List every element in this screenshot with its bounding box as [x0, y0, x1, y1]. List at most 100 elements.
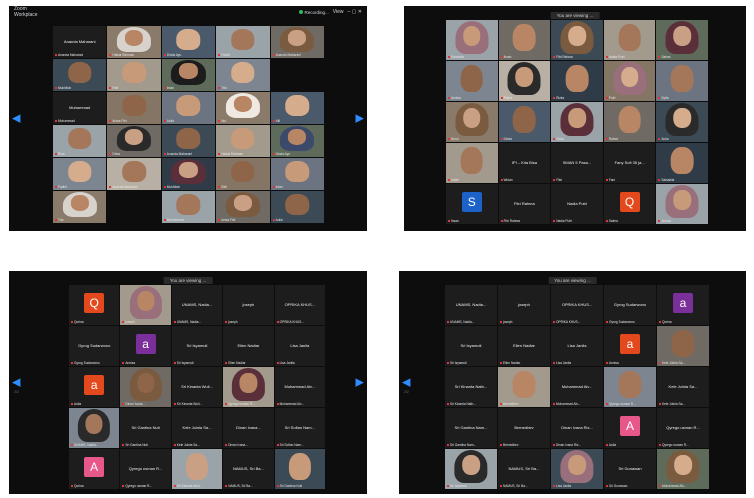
participant-tile[interactable]: NAMUS, Sri Ba... NAMUS, Sri Ba...	[498, 449, 550, 489]
participant-tile[interactable]: OPRIKA KHUS... OPRIKA KHUS...	[551, 285, 603, 325]
participant-tile[interactable]: SMAN 5 Pasa... Fikri	[551, 143, 603, 183]
participant-tile[interactable]: Dinda Ayu	[161, 26, 216, 58]
next-page-arrow-icon[interactable]: ▶	[356, 113, 364, 124]
participant-tile[interactable]: Rahmi	[603, 102, 656, 142]
participant-tile[interactable]: joseph	[120, 285, 171, 325]
participant-tile[interactable]: A Qorina	[69, 449, 120, 489]
participant-tile[interactable]: Anisa Fitri	[216, 191, 270, 223]
participant-tile[interactable]: a Qorina	[657, 285, 709, 325]
prev-page-arrow-icon[interactable]: ◀	[12, 113, 20, 124]
participant-tile[interactable]: Qyrego usman R... Qyrego usman R...	[657, 408, 709, 448]
participant-tile[interactable]: S Ihsan	[446, 184, 498, 224]
participant-tile[interactable]: Muhammad Muhammad	[53, 92, 107, 124]
participant-tile[interactable]: Aulia	[270, 191, 324, 223]
participant-tile[interactable]: Fitri Rahma Fitri Rahma	[498, 184, 551, 224]
participant-tile[interactable]: Sri Isyamuti	[445, 449, 497, 489]
participant-tile[interactable]: Aulia	[161, 92, 216, 124]
participant-tile[interactable]: Mukhlisin	[53, 59, 107, 91]
participant-tile[interactable]: Annisa	[446, 61, 498, 101]
participant-tile[interactable]: Syifa	[656, 61, 708, 101]
participant-tile[interactable]: Anisa Fitri	[107, 92, 161, 124]
participant-tile[interactable]: a Annisa	[604, 326, 656, 366]
participant-tile[interactable]: Dinda Ayu	[270, 125, 324, 157]
participant-tile[interactable]: OPRIKA KHUS... OPRIKA KHUS...	[274, 285, 325, 325]
participant-tile[interactable]: Muhammad Alv...	[657, 449, 709, 489]
participant-tile[interactable]: Kele Julnia Sa...	[657, 326, 709, 366]
participant-tile[interactable]: Muhammad Alv... Muhammad Alv...	[274, 367, 325, 407]
participant-tile[interactable]: Haikal Rahman	[107, 26, 161, 58]
participant-tile[interactable]: Rina	[53, 125, 107, 157]
participant-tile[interactable]: Tria	[53, 191, 107, 223]
participant-tile[interactable]: Elien Nadiar Elien Nadiar	[223, 326, 274, 366]
participant-tile[interactable]: Siska	[551, 102, 603, 142]
participant-tile[interactable]: Fadhil	[216, 26, 270, 58]
next-page-arrow-icon[interactable]: ▶	[356, 377, 364, 388]
participant-tile[interactable]: Nadia Putri	[603, 20, 656, 60]
participant-tile[interactable]: joseph joseph	[223, 285, 274, 325]
participant-tile[interactable]: Sri Kinanta Wuli...	[171, 449, 223, 489]
participant-tile[interactable]: Fitri Rahma	[551, 20, 603, 60]
participant-tile[interactable]: Putri	[603, 61, 656, 101]
participant-tile[interactable]: Muhammad	[161, 191, 216, 223]
participant-tile[interactable]: Salsabila	[656, 143, 708, 183]
participant-tile[interactable]: Brenedbev	[498, 367, 550, 407]
participant-tile[interactable]: Ananda Maharani Ananda Maharani	[53, 26, 107, 58]
participant-tile[interactable]: Alif	[270, 92, 324, 124]
participant-tile[interactable]: Sri Kinanta Nath... Sri Kinanta Nath...	[445, 367, 497, 407]
participant-tile[interactable]: a Annisa	[120, 326, 171, 366]
speaker-view-label[interactable]: You are viewing ...	[163, 277, 213, 284]
participant-tile[interactable]: Kele Julnia Sa... Kele Julnia Sa...	[657, 367, 709, 407]
participant-tile[interactable]: UNAMS, Nadia...	[69, 408, 120, 448]
participant-tile[interactable]: Lisa Janila Lisa Janila	[551, 326, 603, 366]
participant-tile[interactable]: Haikal Rahman	[216, 125, 270, 157]
participant-tile[interactable]: Sri Gantina Nuti Sri Gantina Nuti	[120, 408, 171, 448]
participant-tile[interactable]: A Aulia	[604, 408, 656, 448]
participant-tile[interactable]: a Aulia	[69, 367, 120, 407]
participant-tile[interactable]: Gyrog Sudarwono Gyrog Sudarwono	[69, 326, 120, 366]
participant-tile[interactable]: NAMUS, Sri Ba... NAMUS, Sri Ba...	[223, 449, 274, 489]
participant-tile[interactable]: Nadia Putri Nadia Putri	[551, 184, 603, 224]
participant-tile[interactable]: Qyrego usman R... Qyrego usman R...	[120, 449, 171, 489]
participant-tile[interactable]: Indah	[446, 143, 498, 183]
participant-tile[interactable]: Sri Isyamuti Sri Isyamuti	[445, 326, 497, 366]
participant-tile[interactable]: Qyrego usman R...	[604, 367, 656, 407]
participant-tile[interactable]: Dinan Ivana...	[120, 367, 171, 407]
participant-tile[interactable]: Annisa	[656, 184, 708, 224]
participant-tile[interactable]: Kele Julnia Sa... Kele Julnia Sa...	[171, 408, 223, 448]
participant-tile[interactable]: joseph joseph	[498, 285, 550, 325]
prev-page-arrow-icon[interactable]: ◀	[402, 377, 410, 388]
participant-tile[interactable]: Nur	[216, 92, 270, 124]
participant-tile[interactable]: Dinda	[498, 102, 551, 142]
participant-tile[interactable]: Intan	[161, 59, 216, 91]
participant-tile[interactable]: Salsabila	[446, 20, 498, 60]
participant-tile[interactable]: Q Salma	[603, 184, 656, 224]
participant-tile[interactable]: Muhammad Alv... Muhammad Alv...	[551, 367, 603, 407]
participant-tile[interactable]: Ananda Maharani	[161, 125, 216, 157]
participant-tile[interactable]: Rizka	[551, 61, 603, 101]
participant-tile[interactable]: Dinan Ivana... Dinan Ivana...	[223, 408, 274, 448]
participant-tile[interactable]: Tria	[216, 59, 270, 91]
participant-tile[interactable]: Rafi	[107, 59, 161, 91]
participant-tile[interactable]: Intan	[270, 158, 324, 190]
participant-tile[interactable]: Ihsan	[498, 20, 551, 60]
participant-tile[interactable]: IPI – Kita Bisa Wulan	[498, 143, 551, 183]
participant-tile[interactable]: Ananda Maharani	[107, 158, 161, 190]
speaker-view-label[interactable]: You are viewing ...	[550, 12, 600, 19]
participant-tile[interactable]: UNAMS, Nadia... UNAMS, Nadia...	[171, 285, 223, 325]
participant-tile[interactable]: Dhea	[107, 125, 161, 157]
participant-tile[interactable]: UNAMS, Nadia... UNAMS, Nadia...	[445, 285, 497, 325]
participant-tile[interactable]: Elien Nadiar Elien Nadiar	[498, 326, 550, 366]
prev-page-arrow-icon[interactable]: ◀	[12, 377, 20, 388]
participant-tile[interactable]: Gyrog Sudarwono Gyrog Sudarwono	[604, 285, 656, 325]
participant-tile[interactable]: Aulia	[656, 102, 708, 142]
participant-tile[interactable]: Sri Sofian Nam... Sri Sofian Nam...	[274, 408, 325, 448]
participant-tile[interactable]: Sri Gantina Nuti	[274, 449, 325, 489]
participant-tile[interactable]: Brenedbev Brenedbev	[498, 408, 550, 448]
view-button[interactable]: View	[333, 9, 344, 15]
participant-tile[interactable]: Sri Gunawan Sri Gunawan	[604, 449, 656, 489]
participant-tile[interactable]: Sri Gantina Nam... Sri Gantina Nam...	[445, 408, 497, 448]
participant-tile[interactable]: Mukhlisin	[161, 158, 216, 190]
participant-tile[interactable]: Salma	[656, 20, 708, 60]
participant-tile[interactable]: Fany Sofi 35 ja... Fani	[603, 143, 656, 183]
participant-tile[interactable]: Dinan Ivana Riz... Dinan Ivana Riz...	[551, 408, 603, 448]
